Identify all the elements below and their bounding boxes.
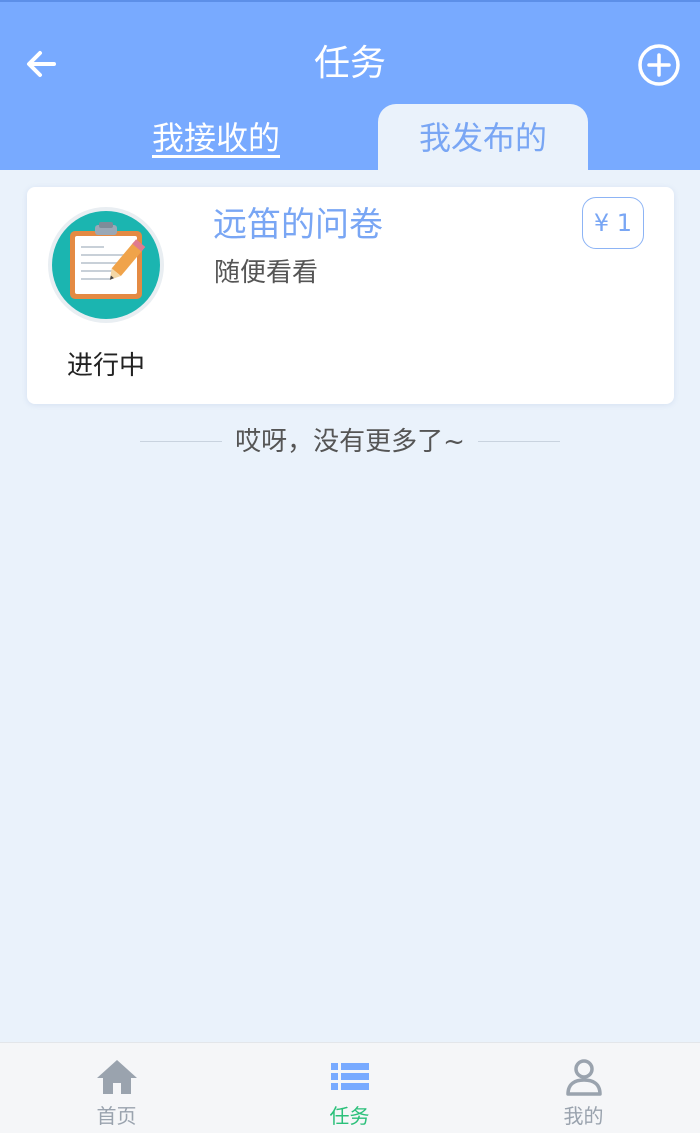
task-status: 进行中: [66, 351, 145, 381]
nav-item-mine[interactable]: 我的: [467, 1043, 700, 1133]
tab-received[interactable]: 我接收的: [130, 104, 302, 172]
user-icon: [565, 1059, 602, 1096]
header: 任务 我接收的 我发布的: [0, 0, 700, 172]
task-description: 随便看看: [214, 258, 319, 288]
tab-published[interactable]: 我发布的: [378, 104, 588, 172]
task-card[interactable]: 进行中 远笛的问卷 随便看看 ¥ 1: [27, 187, 674, 404]
list-icon: [330, 1063, 369, 1090]
nav-label-mine: 我的: [563, 1104, 604, 1128]
list-end-indicator: 哎呀，没有更多了~: [140, 420, 560, 464]
nav-label-home: 首页: [96, 1104, 137, 1128]
task-icon: [46, 205, 166, 325]
nav-item-home[interactable]: 首页: [0, 1043, 233, 1133]
bottom-nav: 首页 任务 我的: [0, 1042, 700, 1133]
clipboard-pencil-icon: [48, 207, 164, 323]
page-title: 任务: [313, 43, 386, 84]
task-page: 任务 我接收的 我发布的 进行中 远笛的问卷 随便看看 ¥ 1 哎呀，没有更多了…: [0, 0, 700, 1133]
price-badge: ¥ 1: [582, 197, 644, 249]
task-title: 远笛的问卷: [213, 205, 383, 245]
add-task-button[interactable]: [636, 42, 682, 88]
divider-right: [478, 441, 560, 442]
nav-label-task: 任务: [329, 1104, 370, 1128]
list-end-text: 哎呀，没有更多了~: [235, 427, 465, 457]
plus-circle-icon: [638, 44, 680, 86]
nav-item-task[interactable]: 任务: [233, 1043, 466, 1133]
home-icon: [96, 1060, 137, 1094]
